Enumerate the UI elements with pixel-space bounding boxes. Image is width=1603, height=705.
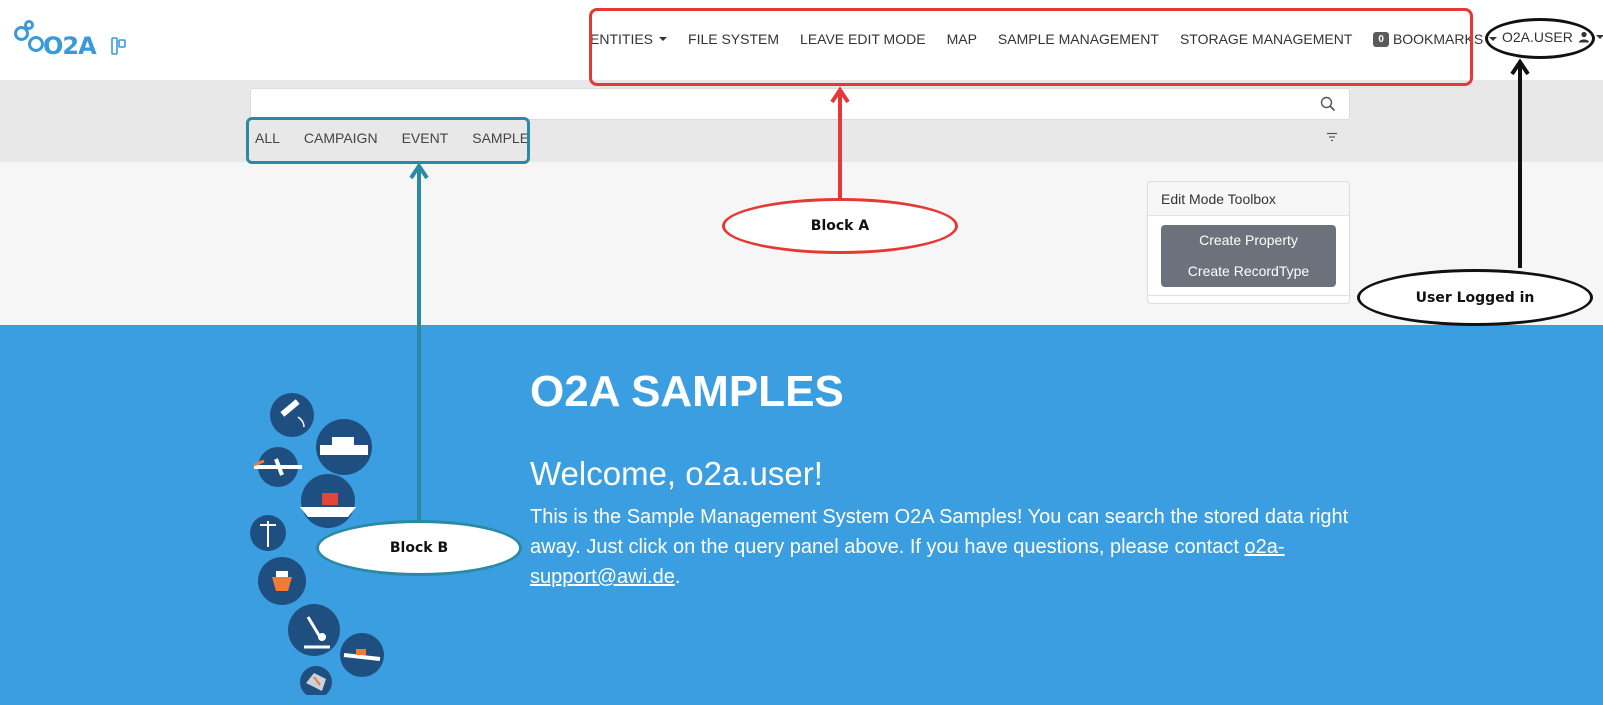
welcome-hero: O2A SAMPLES Welcome, o2a.user! This is t… (0, 325, 1603, 705)
create-recordtype-button[interactable]: Create RecordType (1161, 256, 1336, 287)
toolbox-title: Edit Mode Toolbox (1148, 182, 1349, 216)
icebreaker-icon (300, 474, 356, 528)
samples-logo-icon (111, 37, 126, 55)
microscope-icon (288, 604, 340, 656)
ship-icon (316, 419, 372, 475)
toolbox-button-group: Create Property Create RecordType (1161, 225, 1336, 287)
chevron-down-icon (1595, 35, 1603, 39)
page-title: O2A SAMPLES (530, 367, 844, 416)
logo-ring-icon (28, 36, 44, 52)
block-a-label: Block A (722, 198, 958, 254)
search-icon[interactable] (1320, 96, 1336, 112)
welcome-text: This is the Sample Management System O2A… (530, 506, 1349, 588)
welcome-heading: Welcome, o2a.user! (530, 455, 823, 492)
o2a-logo[interactable]: O2A (14, 20, 97, 60)
toolbox-footer (1148, 295, 1349, 303)
logo-ring-icon (24, 20, 34, 30)
edit-mode-toolbox: Edit Mode Toolbox Create Property Create… (1147, 181, 1350, 304)
logo-text: O2A (43, 32, 97, 60)
airplane-icon (253, 447, 302, 487)
block-a-highlight (589, 8, 1473, 86)
satellite-icon (270, 393, 314, 437)
block-b-label: Block B (316, 520, 522, 576)
query-panel: ALL CAMPAIGN EVENT SAMPLE (0, 80, 1603, 162)
rock-sample-icon (300, 666, 332, 695)
user-highlight (1485, 18, 1595, 59)
filter-icon[interactable] (1326, 132, 1338, 142)
user-logged-in-label: User Logged in (1357, 269, 1593, 326)
diver-icon (340, 633, 384, 677)
weather-station-icon (250, 515, 286, 551)
buoy-icon (258, 557, 306, 605)
create-property-button[interactable]: Create Property (1161, 225, 1336, 256)
search-input[interactable] (250, 88, 1350, 120)
block-b-highlight (246, 117, 530, 164)
